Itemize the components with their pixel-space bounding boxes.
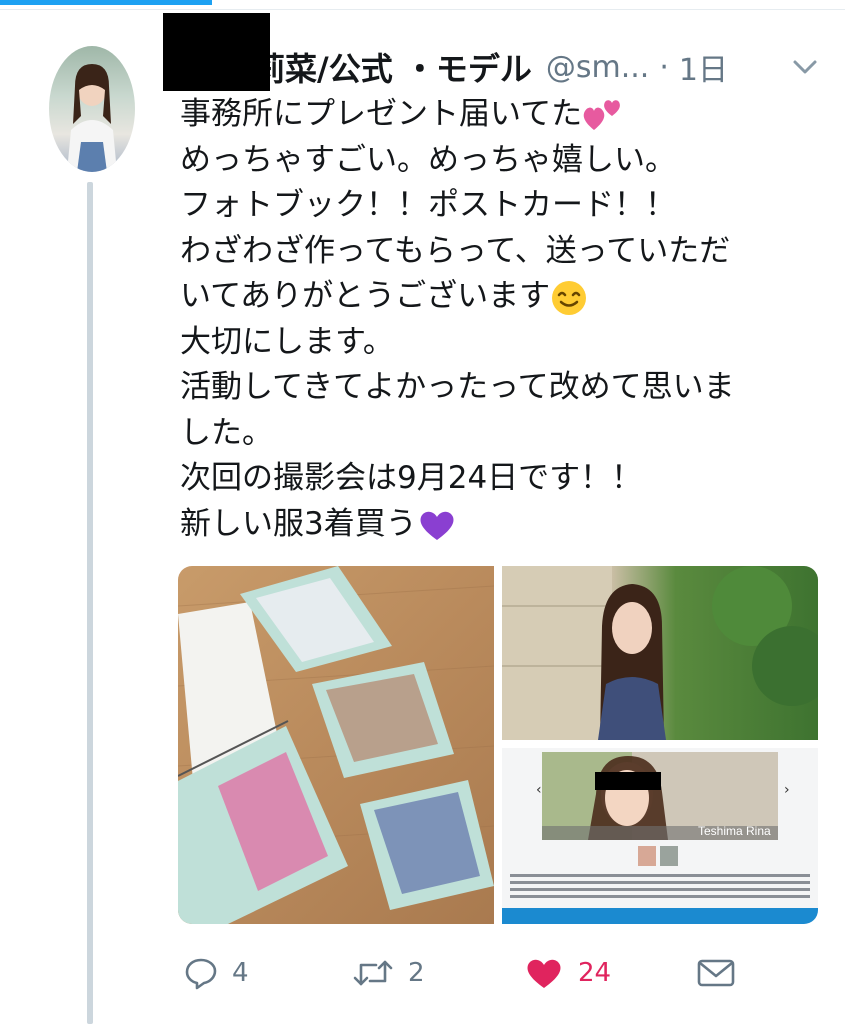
- separator-dot: ·: [659, 49, 669, 85]
- tweet-line: した。: [180, 414, 273, 451]
- tweet-line: めっちゃすごい。めっちゃ嬉しい。: [180, 141, 676, 178]
- reply-icon: [185, 958, 217, 990]
- caret-down-icon[interactable]: [790, 55, 820, 79]
- thread-line: [87, 182, 93, 1024]
- avatar[interactable]: [49, 46, 135, 172]
- like-count: 24: [578, 958, 612, 988]
- tab-indicator: [0, 0, 212, 5]
- tweet-line: 次回の撮影会は9月24日です！！: [180, 460, 643, 496]
- retweet-icon: [353, 960, 393, 986]
- postcards-illustration: [178, 566, 494, 924]
- svg-text:›: ›: [784, 782, 790, 798]
- photo-portrait[interactable]: [502, 566, 818, 740]
- svg-text:‹: ‹: [536, 782, 542, 798]
- photo-grid: ‹ › Teshima Rina: [178, 566, 818, 924]
- purple-heart-icon: [420, 511, 454, 540]
- tweet-line: フォトブック！！ポストカード！！: [180, 187, 676, 223]
- photo-flyer[interactable]: ‹ › Teshima Rina: [502, 748, 818, 924]
- user-handle[interactable]: @sm...: [546, 50, 649, 85]
- smiling-face-icon: [552, 280, 587, 315]
- retweet-count: 2: [408, 958, 425, 988]
- top-bar: [0, 0, 845, 10]
- redaction-box: [163, 13, 270, 91]
- message-button[interactable]: [696, 948, 736, 998]
- tweet-line: 事務所にプレゼント届いてた: [180, 92, 830, 138]
- timestamp[interactable]: 1日: [679, 45, 728, 89]
- reply-button[interactable]: 4: [184, 948, 249, 998]
- retweet-button[interactable]: 2: [352, 948, 425, 998]
- portrait-illustration: [502, 566, 818, 740]
- reply-count: 4: [232, 958, 249, 988]
- photo-postcards[interactable]: [178, 566, 494, 924]
- tweet-text: 事務所にプレゼント届いてた めっちゃすごい。めっちゃ嬉しい。 フォトブック！！ポ…: [180, 92, 830, 547]
- message-icon: [697, 959, 735, 987]
- tweet-line: わざわざ作ってもらって、送っていただ: [180, 232, 731, 269]
- two-hearts-icon: [583, 99, 620, 130]
- avatar-photo: [67, 64, 117, 172]
- tweet-line: 大切にします。: [180, 323, 394, 360]
- like-icon: [527, 959, 561, 988]
- tweet-line: 活動してきてよかったって改めて思いま: [180, 369, 735, 405]
- like-button[interactable]: 24: [524, 948, 611, 998]
- tweet-line: 新しい服3着買う: [180, 502, 830, 548]
- flyer-name-label: Teshima Rina: [698, 824, 771, 838]
- action-bar: 4 2 24: [180, 948, 820, 998]
- display-name[interactable]: 莉菜/公式 ・モデル: [253, 44, 532, 90]
- tweet-line: いてありがとうございます: [180, 274, 830, 320]
